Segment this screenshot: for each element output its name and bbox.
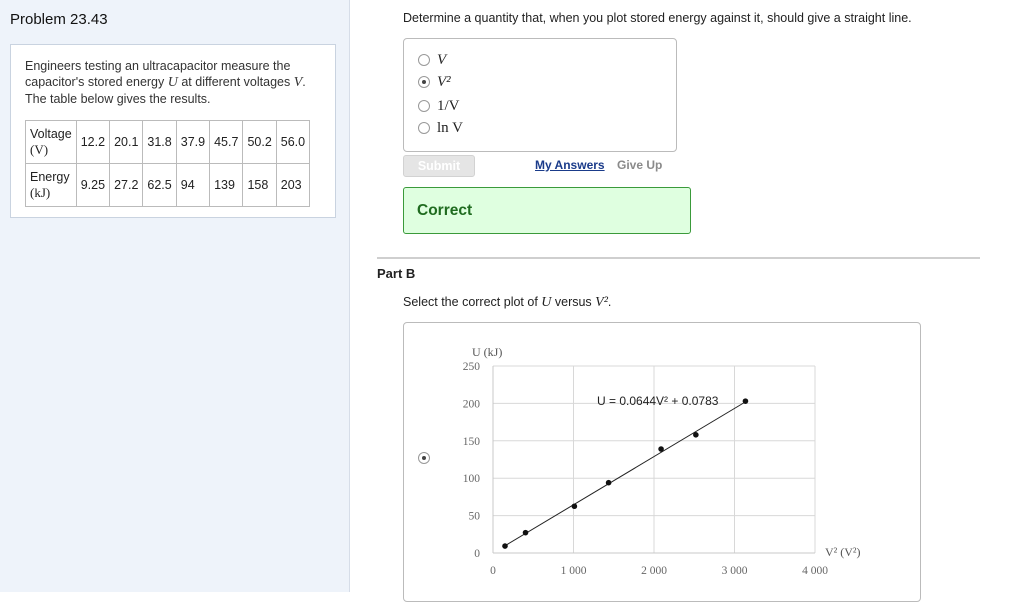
choice-ln-v[interactable]: ln V [418,118,463,138]
statement-text-2: at different voltages [177,75,294,89]
my-answers-link[interactable]: My Answers [535,158,605,172]
part-b-prompt: Select the correct plot of U versus V². [403,295,611,311]
prompt-text-3: . [607,295,612,309]
statement-var-v: V [293,75,303,90]
feedback-box: Correct [403,187,691,234]
prompt-var-v2: V² [595,295,608,310]
choice-label: V² [437,73,451,90]
radio-button[interactable] [418,54,430,66]
data-point [605,479,612,486]
y-tick-label: 150 [463,436,481,448]
data-point [693,432,699,438]
radio-button[interactable] [418,100,430,112]
plot-chart: 0 1 000 2 000 3 000 4 000 0 50 100 150 200 250 U (… [463,345,861,577]
part-a-choices: V V² 1/V ln V [403,38,677,152]
x-tick-label: 0 [490,565,496,577]
table-cell: 50.2 [242,120,277,164]
choice-one-over-v[interactable]: 1/V [418,96,460,116]
table-row-energy: Energy (kJ) 9.25 27.2 62.5 94 139 158 203 [25,163,311,207]
prompt-text-2: versus [551,295,596,309]
statement-var-u: U [167,75,178,90]
data-point [658,446,664,452]
table-cell: 31.8 [142,120,177,164]
prompt-text-1: Select the correct plot of [403,295,542,309]
part-b-heading: Part B [377,266,416,281]
data-point [502,543,508,549]
table-cell: 20.1 [109,120,144,164]
table-cell: 203 [275,163,311,207]
table-cell: 139 [209,163,244,207]
choice-label: ln V [437,119,463,136]
radio-button[interactable] [418,122,430,134]
data-table: Voltage (V) 12.2 20.1 31.8 37.9 45.7 50.2… [25,120,311,207]
give-up-link[interactable]: Give Up [617,158,662,172]
y-tick-label: 0 [474,548,480,560]
x-axis-label: V² (V²) [825,545,861,559]
x-tick-label: 1 000 [561,565,587,577]
table-cell: 12.2 [75,120,111,164]
table-cell: 37.9 [175,120,211,164]
table-cell: 62.5 [142,163,177,207]
energy-unit: (kJ) [30,184,51,200]
answer-panel: Determine a quantity that, when you plot… [351,0,1016,602]
choice-label: V [437,51,447,68]
fit-equation: U = 0.0644V² + 0.0783 [597,394,719,408]
table-row-voltage: Voltage (V) 12.2 20.1 31.8 37.9 45.7 50.2… [25,120,311,164]
choice-v[interactable]: V [418,50,446,70]
problem-title: Problem 23.43 [10,11,108,28]
choice-v-squared[interactable]: V² [418,72,451,92]
data-point [742,398,749,404]
plot-option-radio[interactable] [418,452,430,464]
y-tick-label: 250 [463,361,481,373]
table-header-voltage: Voltage (V) [25,120,77,164]
table-cell: 27.2 [109,163,144,207]
x-tick-label: 3 000 [722,565,748,577]
chart-fit-line [504,401,746,547]
problem-statement-box: Engineers testing an ultracapacitor meas… [10,44,336,218]
table-header-energy: Energy (kJ) [25,163,77,207]
y-tick-label: 100 [463,473,481,485]
part-a-question: Determine a quantity that, when you plot… [403,11,912,25]
problem-statement: Engineers testing an ultracapacitor meas… [25,58,330,107]
submit-button[interactable]: Submit [403,155,475,177]
plot-option-box: 0 1 000 2 000 3 000 4 000 0 50 100 150 200 250 U (… [403,322,921,602]
section-divider [377,257,980,259]
choice-label: 1/V [437,97,460,114]
fit-line [504,401,746,547]
table-cell: 94 [175,163,211,207]
voltage-label: Voltage [30,126,72,141]
x-tick-label: 2 000 [641,565,667,577]
y-axis-label: U (kJ) [472,345,502,359]
problem-panel: Problem 23.43 Engineers testing an ultra… [0,0,350,592]
energy-label: Energy [30,169,70,184]
voltage-unit: (V) [30,141,49,157]
y-tick-label: 200 [463,398,481,410]
radio-button-selected[interactable] [418,76,430,88]
table-cell: 56.0 [275,120,311,164]
table-cell: 45.7 [209,120,244,164]
x-tick-label: 4 000 [802,565,828,577]
table-cell: 158 [242,163,277,207]
feedback-text: Correct [417,202,473,219]
data-point [571,503,578,510]
data-point [522,529,529,536]
prompt-var-u: U [541,295,552,310]
table-cell: 9.25 [75,163,111,207]
y-tick-label: 50 [469,511,481,523]
